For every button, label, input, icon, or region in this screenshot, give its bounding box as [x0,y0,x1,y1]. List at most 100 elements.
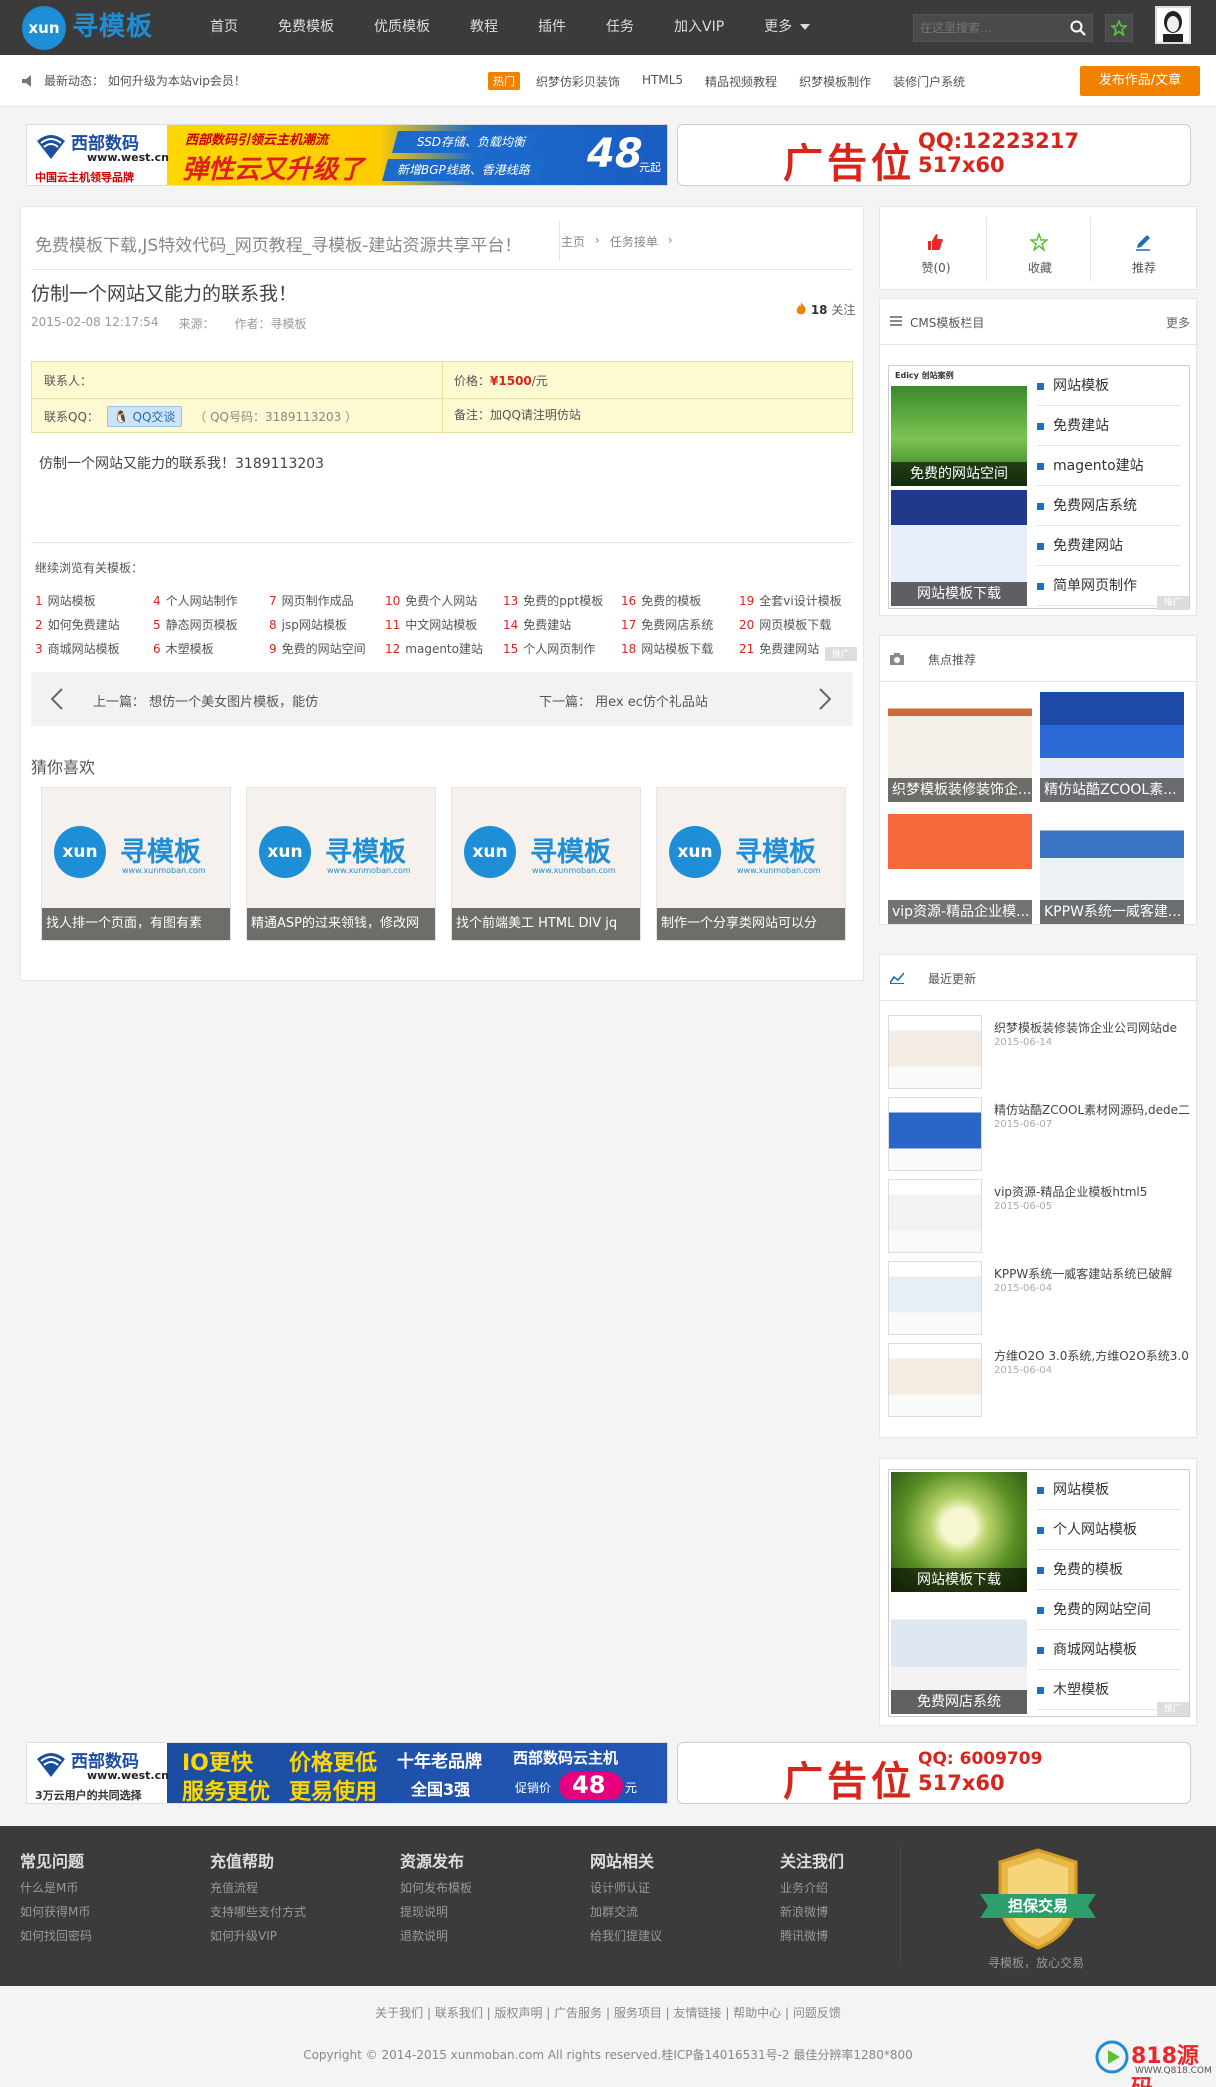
sidebar-link[interactable]: 免费的网站空间 [1037,1590,1181,1630]
recent-item[interactable]: vip资源-精品企业模板html5 2015-06-05 [888,1179,1192,1253]
related-link[interactable]: 4 个人网站制作 [153,592,238,609]
nav-plugins[interactable]: 插件 [518,0,586,55]
focus-thumb[interactable]: KPPW系统一威客建... [1040,814,1184,924]
recent-item[interactable]: KPPW系统一威客建站系统已破解 2015-06-04 [888,1261,1192,1335]
footer-link[interactable]: 支持哪些支付方式 [210,1903,306,1920]
nav-premium-templates[interactable]: 优质模板 [354,0,450,55]
related-link[interactable]: 17 免费网店系统 [621,616,713,633]
related-link[interactable]: 15 个人网页制作 [503,640,595,657]
cms-more-link[interactable]: 更多 [1166,314,1190,331]
search-input[interactable] [914,15,1064,41]
footer-link[interactable]: 腾讯微博 [780,1927,844,1944]
sidebar-link[interactable]: 网站模板 [1037,366,1181,406]
recent-item[interactable]: 织梦模板装修装饰企业公司网站de 2015-06-14 [888,1015,1192,1089]
guess-card[interactable]: xun 寻模板 www.xunmoban.com 找人排一个页面，有图有素 [41,787,231,941]
recent-item[interactable]: 方维O2O 3.0系统,方维O2O系统3.0 2015-06-04 [888,1343,1192,1417]
footer-link[interactable]: 提现说明 [400,1903,472,1920]
guess-card[interactable]: xun 寻模板 www.xunmoban.com 找个前端美工 HTML DIV jq [451,787,641,941]
nav-free-templates[interactable]: 免费模板 [258,0,354,55]
collect-button[interactable]: 收藏 [988,213,1092,285]
cms-thumb[interactable]: Edicy 创站案例 免费的网站空间 [891,368,1027,486]
hot-link[interactable]: HTML5 [642,73,683,90]
west-ad-banner-bottom[interactable]: 西部数码 www.west.cn 3万云用户的共同选择 IO更快 服务更优 价格… [26,1742,668,1804]
recent-thumb[interactable] [888,1261,982,1335]
nav-tasks[interactable]: 任务 [586,0,654,55]
focus-thumb[interactable]: 织梦模板装修装饰企... [888,692,1032,802]
breadcrumb-home[interactable]: 主页 [561,233,585,250]
box3-thumb[interactable]: 网站模板下载 [891,1472,1027,1592]
ad-slot-bottom[interactable]: 广告位 QQ: 6009709 517x60 [677,1742,1191,1805]
related-link[interactable]: 18 网站模板下载 [621,640,713,657]
west-ad-banner[interactable]: 西部数码 www.west.cn 中国云主机领导品牌 西部数码引领云主机潮流 弹… [26,124,668,186]
recent-thumb[interactable] [888,1179,982,1253]
cms-thumb[interactable]: 网站模板下载 [891,490,1027,606]
breadcrumb-category[interactable]: 任务接单 [610,233,658,250]
footer-link[interactable]: 如何找回密码 [20,1927,92,1944]
focus-thumb[interactable]: 精仿站酷ZCOOL素... [1040,692,1184,802]
next-article-link[interactable]: 下一篇： 用ex ec仿个礼品站 [443,672,853,726]
related-link[interactable]: 14 免费建站 [503,616,571,633]
nav-tutorials[interactable]: 教程 [450,0,518,55]
recent-thumb[interactable] [888,1015,982,1089]
footer-link[interactable]: 如何发布模板 [400,1879,472,1896]
footer-link[interactable]: 给我们提建议 [590,1927,662,1944]
sidebar-link[interactable]: 免费网店系统 [1037,486,1181,526]
recent-thumb[interactable] [888,1343,982,1417]
related-link[interactable]: 10 免费个人网站 [385,592,477,609]
related-link[interactable]: 21 免费建网站 [739,640,819,657]
related-link[interactable]: 1 网站模板 [35,592,96,609]
notice-text[interactable]: 最新动态： 如何升级为本站vip会员！ [44,72,246,89]
prev-article-link[interactable]: 上一篇： 想仿一个美女图片模板，能仿 [31,672,441,726]
footer-link[interactable]: 如何升级VIP [210,1927,306,1944]
footer-link[interactable]: 如何获得M币 [20,1903,92,1920]
footer-link[interactable]: 业务介绍 [780,1879,844,1896]
bottom-links[interactable]: 关于我们 | 联系我们 | 版权声明 | 广告服务 | 服务项目 | 友情链接 … [0,2004,1216,2021]
sidebar-link[interactable]: 免费建站 [1037,406,1181,446]
related-link[interactable]: 7 网页制作成品 [269,592,354,609]
user-avatar[interactable] [1155,6,1191,44]
nav-more[interactable]: 更多 [744,0,830,55]
like-button[interactable]: 赞(0) [884,213,988,285]
related-link[interactable]: 3 商城网站模板 [35,640,120,657]
search-icon[interactable] [1070,20,1086,36]
guess-card[interactable]: xun 寻模板 www.xunmoban.com 制作一个分享类网站可以分 [656,787,846,941]
related-link[interactable]: 12 magento建站 [385,640,483,657]
guess-card[interactable]: xun 寻模板 www.xunmoban.com 精通ASP的过来领钱，修改网 [246,787,436,941]
recent-item[interactable]: 精仿站酷ZCOOL素材网源码,dede二 2015-06-07 [888,1097,1192,1171]
sidebar-link[interactable]: 网站模板 [1037,1470,1181,1510]
related-link[interactable]: 2 如何免费建站 [35,616,120,633]
recommend-button[interactable]: 推荐 [1092,213,1196,285]
focus-thumb[interactable]: vip资源-精品企业模... [888,814,1032,924]
hot-link[interactable]: 装修门户系统 [893,73,965,90]
recent-thumb[interactable] [888,1097,982,1171]
related-link[interactable]: 8 jsp网站模板 [269,616,347,633]
footer-link[interactable]: 设计师认证 [590,1879,662,1896]
follow-count[interactable]: 18 关注 [795,301,855,318]
sidebar-link[interactable]: 免费建网站 [1037,526,1181,566]
sidebar-link[interactable]: magento建站 [1037,446,1181,486]
related-link[interactable]: 20 网页模板下载 [739,616,831,633]
publish-button[interactable]: 发布作品/文章 [1080,66,1200,96]
footer-link[interactable]: 新浪微博 [780,1903,844,1920]
nav-join-vip[interactable]: 加入VIP [654,0,744,55]
logo-text[interactable]: 寻模板 [72,6,153,43]
sidebar-link[interactable]: 个人网站模板 [1037,1510,1181,1550]
hot-link[interactable]: 精品视频教程 [705,73,777,90]
footer-link[interactable]: 充值流程 [210,1879,306,1896]
footer-link[interactable]: 加群交流 [590,1903,662,1920]
sidebar-link[interactable]: 免费的模板 [1037,1550,1181,1590]
favorite-button[interactable] [1105,14,1133,42]
related-link[interactable]: 13 免费的ppt模板 [503,592,603,609]
sidebar-link[interactable]: 商城网站模板 [1037,1630,1181,1670]
box3-thumb[interactable]: 免费网店系统 [891,1596,1027,1714]
hot-link[interactable]: 织梦模板制作 [799,73,871,90]
related-link[interactable]: 19 全套vi设计模板 [739,592,842,609]
related-link[interactable]: 11 中文网站模板 [385,616,477,633]
related-link[interactable]: 5 静态网页模板 [153,616,238,633]
related-link[interactable]: 6 木塑模板 [153,640,214,657]
footer-link[interactable]: 什么是M币 [20,1879,92,1896]
ad-slot-top[interactable]: 广告位 QQ:12223217 517x60 [677,124,1191,187]
related-link[interactable]: 9 免费的网站空间 [269,640,366,657]
related-link[interactable]: 16 免费的模板 [621,592,701,609]
hot-link[interactable]: 织梦仿彩贝装饰 [536,73,620,90]
